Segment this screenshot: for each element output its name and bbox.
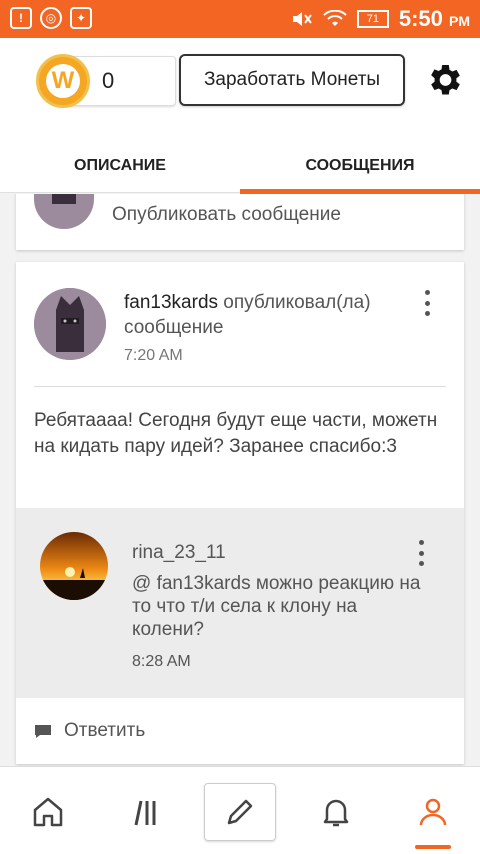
mute-icon [292, 12, 312, 26]
coin-balance[interactable]: W 0 [36, 54, 176, 108]
avatar [34, 194, 94, 229]
wifi-icon [323, 10, 347, 26]
reply-item: rina_23_11 @ fan13kards можно реакцию на… [16, 508, 464, 698]
messages-feed[interactable]: Опубликовать сообщение fan13kards опубли… [0, 194, 480, 766]
author-avatar[interactable] [34, 288, 106, 360]
earn-coins-button[interactable]: Заработать Монеты [179, 54, 405, 106]
author-name[interactable]: fan13kards [124, 292, 218, 313]
post-header: fan13kards опубликовал(ла) сообщение [124, 290, 414, 340]
chat-icon [35, 724, 51, 738]
alert-icon: ! [10, 7, 32, 29]
post-more-icon[interactable] [422, 290, 432, 316]
top-header: W 0 Заработать Монеты ОПИСАНИЕ СООБЩЕНИЯ [0, 38, 480, 194]
battery-icon: 71 [356, 10, 389, 28]
tab-bar: ОПИСАНИЕ СООБЩЕНИЯ [0, 138, 480, 194]
battery-level: 71 [366, 13, 379, 25]
coin-count: 0 [102, 68, 115, 93]
post-message-prompt[interactable]: Опубликовать сообщение [112, 204, 341, 226]
status-bar: ! ◎ ✦ 71 5:50 PM [0, 0, 480, 38]
reply-text: @ fan13kards можно реакцию на то что т/и… [132, 573, 421, 640]
divider [34, 386, 446, 387]
active-tab-indicator [415, 845, 451, 849]
clock: 5:50 PM [398, 6, 470, 31]
write-icon[interactable] [204, 783, 276, 841]
coin-icon: W [36, 54, 90, 108]
chrome-icon: ◎ [40, 7, 62, 29]
message-post: fan13kards опубликовал(ла) сообщение 7:2… [16, 262, 464, 764]
reply-more-icon[interactable] [416, 540, 426, 566]
bottom-nav [0, 766, 480, 854]
profile-icon[interactable] [403, 783, 463, 841]
reply-author-name[interactable]: rina_23_11 [132, 542, 226, 564]
gear-icon[interactable] [424, 60, 464, 100]
library-icon[interactable] [116, 783, 176, 841]
reply-author-avatar[interactable] [40, 532, 108, 600]
tab-messages[interactable]: СООБЩЕНИЯ [240, 138, 480, 194]
notifications-icon[interactable] [306, 783, 366, 841]
tab-description[interactable]: ОПИСАНИЕ [0, 138, 240, 193]
home-icon[interactable] [18, 783, 78, 841]
app-icon: ✦ [70, 7, 92, 29]
post-time: 7:20 AM [124, 347, 183, 364]
reply-time: 8:28 AM [132, 653, 191, 670]
reply-button-label: Ответить [64, 720, 146, 741]
reply-button[interactable]: Ответить [34, 720, 145, 742]
post-text: Ребятаааа! Сегодня будут еще части, може… [34, 410, 438, 457]
compose-card[interactable]: Опубликовать сообщение [16, 194, 464, 250]
